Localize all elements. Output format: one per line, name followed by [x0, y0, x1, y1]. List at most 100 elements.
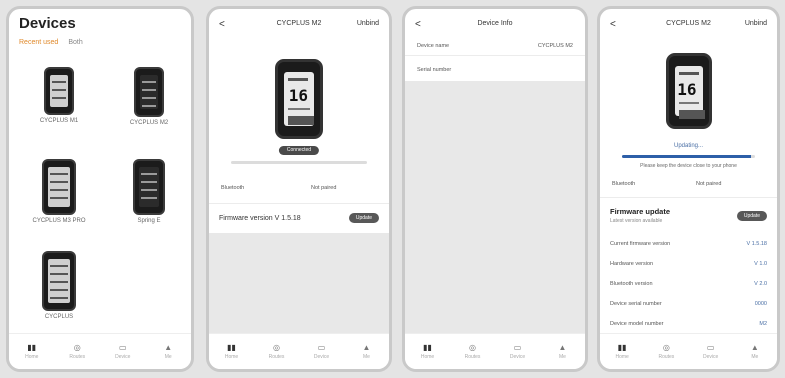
tab-me[interactable]: ▲ Me: [146, 334, 192, 369]
home-icon: ▮▮: [423, 342, 432, 352]
device-image: [42, 159, 76, 215]
routes-icon: ◎: [273, 342, 280, 352]
list-item: Device serial number 0000: [610, 301, 767, 307]
tab-device[interactable]: ▭ Device: [495, 334, 540, 369]
content-background: [209, 233, 389, 333]
device-image: [134, 67, 164, 117]
progress-track: [231, 161, 367, 164]
firmware-update-screen: < CYCPLUS M2 Unbind 16 Updating... Pleas…: [597, 6, 780, 372]
routes-icon: ◎: [73, 342, 81, 352]
update-button[interactable]: Update: [348, 213, 379, 223]
update-button[interactable]: Update: [736, 210, 767, 221]
device-image: [42, 251, 76, 311]
header: < Device Info: [405, 9, 585, 37]
firmware-section: Firmware update Latest version available…: [600, 207, 777, 224]
page-title: Devices: [19, 15, 76, 32]
tab-me[interactable]: ▲ Me: [344, 334, 389, 369]
pair-status: Not paired: [311, 185, 337, 191]
tab-recent-used[interactable]: Recent used: [19, 39, 58, 46]
device-icon: ▭: [513, 342, 522, 352]
tab-routes[interactable]: ◎ Routes: [450, 334, 495, 369]
device-detail-screen: < CYCPLUS M2 Unbind 16 Connected Bluetoo…: [206, 6, 392, 372]
device-card-5[interactable]: CYCPLUS: [19, 251, 99, 320]
home-icon: ▮▮: [27, 342, 37, 352]
device-name: CYCPLUS M2: [129, 120, 169, 126]
firmware-label: Firmware version V 1.5.18: [219, 214, 301, 222]
firmware-title: Firmware update: [610, 207, 671, 216]
tab-device[interactable]: ▭ Device: [299, 334, 344, 369]
device-name: CYCPLUS M1: [39, 118, 79, 124]
device-name: Spring E: [137, 218, 161, 224]
person-icon: ▲: [558, 342, 567, 352]
tab-bar: ▮▮ Home ◎ Routes ▭ Device ▲ Me: [405, 333, 585, 369]
home-icon: ▮▮: [617, 342, 627, 352]
device-image: [44, 67, 74, 115]
routes-icon: ◎: [662, 342, 670, 352]
tab-bar: ▮▮ Home ◎ Routes ▭ Device ▲ Me: [209, 333, 389, 369]
tab-me[interactable]: ▲ Me: [540, 334, 585, 369]
device-info-screen: < Device Info Device name CYCPLUS M2 Ser…: [402, 6, 588, 372]
list-item: Hardware version V 1.0: [610, 261, 767, 267]
routes-icon: ◎: [469, 342, 476, 352]
info-value: CYCPLUS M2: [537, 43, 573, 49]
device-filter: Recent used Both: [19, 39, 83, 46]
header: < CYCPLUS M2 Unbind: [600, 9, 777, 37]
bluetooth-label: Bluetooth: [612, 181, 636, 187]
update-progress-fill: [622, 155, 751, 158]
tab-routes[interactable]: ◎ Routes: [644, 334, 688, 369]
device-name: CYCPLUS: [44, 314, 74, 320]
content-background: [405, 81, 585, 333]
info-row-serial[interactable]: Serial number: [417, 67, 573, 73]
info-row-name[interactable]: Device name CYCPLUS M2: [417, 43, 573, 49]
update-status: Updating...: [673, 143, 704, 149]
page-title: Device Info: [477, 20, 513, 27]
tab-bar: ▮▮ Home ◎ Routes ▭ Device ▲ Me: [9, 333, 191, 369]
device-card-2[interactable]: CYCPLUS M2: [109, 67, 189, 126]
tab-device[interactable]: ▭ Device: [689, 334, 733, 369]
device-icon: ▭: [317, 342, 326, 352]
device-image: [133, 159, 165, 215]
status-badge: Connected: [278, 146, 320, 155]
device-name: CYCPLUS M3 PRO: [32, 218, 86, 224]
home-icon: ▮▮: [227, 342, 236, 352]
person-icon: ▲: [164, 342, 173, 352]
tab-home[interactable]: ▮▮ Home: [209, 334, 254, 369]
tab-home[interactable]: ▮▮ Home: [600, 334, 644, 369]
device-image: 16: [275, 59, 323, 139]
header: < CYCPLUS M2 Unbind: [209, 9, 389, 37]
tab-bar: ▮▮ Home ◎ Routes ▭ Device ▲ Me: [600, 333, 777, 369]
tab-home[interactable]: ▮▮ Home: [9, 334, 55, 369]
speed-readout: 16: [677, 80, 697, 99]
unbind-button[interactable]: Unbind: [745, 20, 767, 27]
bluetooth-label: Bluetooth: [221, 185, 245, 191]
connection-row: Bluetooth Not paired: [612, 181, 765, 187]
tab-routes[interactable]: ◎ Routes: [254, 334, 299, 369]
speed-readout: 16: [288, 86, 308, 105]
person-icon: ▲: [362, 342, 371, 352]
tab-me[interactable]: ▲ Me: [733, 334, 777, 369]
device-card-1[interactable]: CYCPLUS M1: [19, 67, 99, 124]
list-item: Device model number M2: [610, 321, 767, 327]
person-icon: ▲: [750, 342, 759, 352]
device-icon: ▭: [706, 342, 715, 352]
tab-both[interactable]: Both: [68, 39, 82, 46]
device-card-3[interactable]: CYCPLUS M3 PRO: [19, 159, 99, 224]
device-image: 16: [665, 53, 712, 129]
pair-status: Not paired: [696, 181, 722, 187]
devices-screen: Devices Recent used Both CYCPLUS M1 CYCP…: [6, 6, 194, 372]
list-item: Bluetooth version V 2.0: [610, 281, 767, 287]
update-progress: [622, 155, 755, 158]
device-icon: ▭: [118, 342, 127, 352]
tab-home[interactable]: ▮▮ Home: [405, 334, 450, 369]
info-label: Serial number: [417, 67, 452, 73]
firmware-subtitle: Latest version available: [610, 218, 663, 224]
info-label: Device name: [417, 43, 450, 49]
firmware-row: Firmware version V 1.5.18 Update: [209, 213, 389, 223]
list-item: Current firmware version V 1.5.18: [610, 241, 767, 247]
update-hint: Please keep the device close to your pho…: [640, 163, 737, 169]
device-card-4[interactable]: Spring E: [109, 159, 189, 224]
tab-routes[interactable]: ◎ Routes: [55, 334, 101, 369]
connection-row: Bluetooth Not paired: [221, 185, 377, 191]
unbind-button[interactable]: Unbind: [357, 20, 379, 27]
tab-device[interactable]: ▭ Device: [100, 334, 146, 369]
